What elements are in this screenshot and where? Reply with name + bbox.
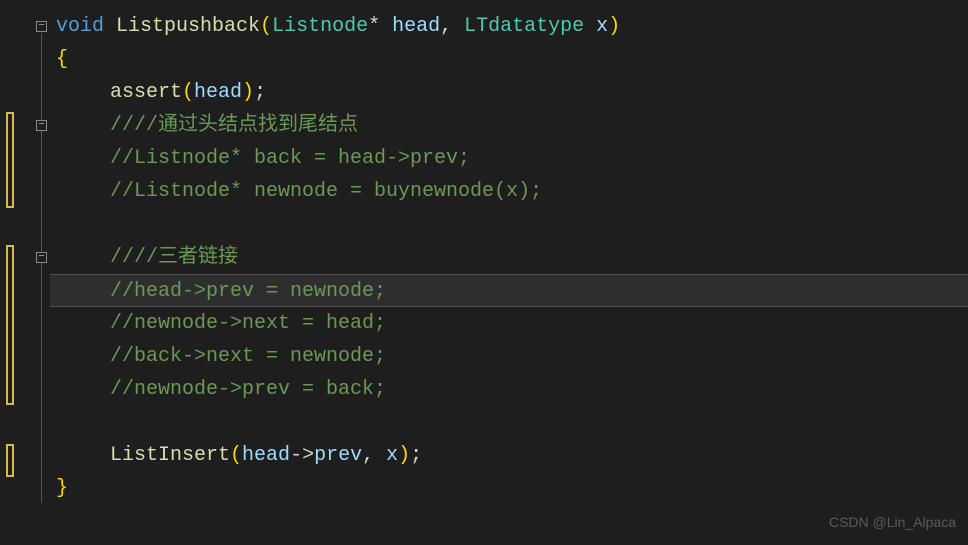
- code-line[interactable]: [50, 208, 968, 241]
- code-line[interactable]: //Listnode* newnode = buynewnode(x);: [50, 175, 968, 208]
- code-line[interactable]: ////通过头结点找到尾结点: [50, 109, 968, 142]
- change-marker: [6, 112, 14, 208]
- code-line[interactable]: //newnode->prev = back;: [50, 373, 968, 406]
- fold-guide: [41, 33, 42, 503]
- fold-toggle-icon[interactable]: [36, 120, 47, 131]
- code-line[interactable]: //back->next = newnode;: [50, 340, 968, 373]
- code-line[interactable]: //newnode->next = head;: [50, 307, 968, 340]
- code-line[interactable]: ListInsert(head->prev, x);: [50, 439, 968, 472]
- code-line[interactable]: void Listpushback(Listnode* head, LTdata…: [50, 10, 968, 43]
- code-line-current[interactable]: //head->prev = newnode;: [50, 274, 968, 307]
- code-line[interactable]: {: [50, 43, 968, 76]
- code-line[interactable]: //Listnode* back = head->prev;: [50, 142, 968, 175]
- code-line[interactable]: [50, 406, 968, 439]
- code-line[interactable]: }: [50, 472, 968, 505]
- change-marker: [6, 444, 14, 477]
- change-marker: [6, 245, 14, 405]
- code-line[interactable]: ////三者链接: [50, 241, 968, 274]
- fold-toggle-icon[interactable]: [36, 21, 47, 32]
- fold-toggle-icon[interactable]: [36, 252, 47, 263]
- code-editor[interactable]: void Listpushback(Listnode* head, LTdata…: [0, 0, 968, 545]
- watermark: CSDN @Lin_Alpaca: [829, 506, 956, 539]
- code-content[interactable]: void Listpushback(Listnode* head, LTdata…: [50, 0, 968, 545]
- gutter: [0, 0, 50, 545]
- code-line[interactable]: assert(head);: [50, 76, 968, 109]
